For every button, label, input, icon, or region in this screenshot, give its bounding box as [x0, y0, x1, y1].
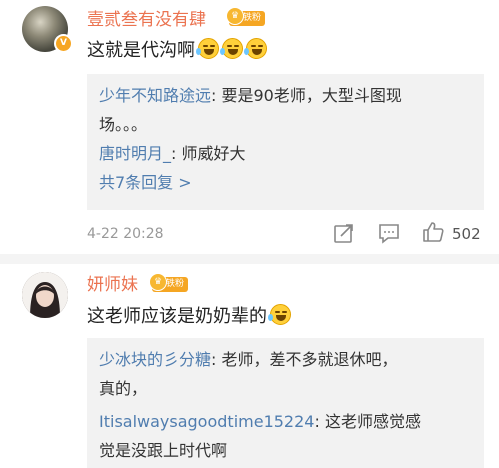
reply-text: 师威好大 — [176, 144, 246, 163]
reply-user[interactable]: 少冰块的彡分糖 — [99, 350, 211, 369]
fan-badge: ♛ 铁粉 — [226, 7, 266, 26]
reply-text: 这老师感觉感 — [319, 412, 421, 431]
comment-text-content: 这老师应该是奶奶辈的 — [87, 306, 267, 327]
fan-badge: ♛ 铁粉 — [149, 273, 189, 292]
crown-icon: ♛ — [149, 273, 167, 291]
share-icon[interactable] — [333, 222, 355, 248]
avatar[interactable] — [22, 272, 68, 318]
like-icon[interactable] — [421, 220, 445, 248]
fan-badge-label: 铁粉 — [243, 13, 262, 23]
timestamp: 4-22 20:28 — [87, 226, 164, 242]
crown-icon: ♛ — [226, 7, 244, 25]
comment-text: 这老师应该是奶奶辈的 — [87, 302, 291, 328]
username[interactable]: 妍师妹 — [87, 270, 138, 295]
reply-item[interactable]: 唐时明月_: 师威好大 — [99, 139, 472, 168]
reply-item[interactable]: 少年不知路途远: 要是90老师，大型斗图现 场。。。 — [99, 81, 472, 139]
laughing-crying-emoji-icon — [244, 38, 267, 59]
reply-item[interactable]: Itisalwaysagoodtime15224: 这老师感觉感 觉是没跟上时代… — [99, 407, 472, 465]
reply-box[interactable]: 少冰块的彡分糖: 老师，差不多就退休吧， 真的， Itisalwaysagood… — [87, 338, 484, 468]
reply-box[interactable]: 少年不知路途远: 要是90老师，大型斗图现 场。。。 唐时明月_: 师威好大 共… — [87, 74, 484, 210]
like-count: 502 — [452, 225, 481, 243]
laughing-crying-emoji-icon — [268, 304, 291, 325]
laughing-crying-emoji-icon — [220, 38, 243, 59]
reply-user[interactable]: 唐时明月_ — [99, 144, 171, 163]
comment-text-content: 这就是代沟啊 — [87, 40, 195, 61]
comment-text: 这就是代沟啊 — [87, 36, 267, 62]
reply-text-cont: 觉是没跟上时代啊 — [99, 441, 228, 460]
reply-user[interactable]: 少年不知路途远 — [99, 86, 211, 105]
reply-user[interactable]: Itisalwaysagoodtime15224 — [99, 412, 314, 431]
verified-badge-icon: V — [54, 34, 73, 53]
comment-icon[interactable] — [378, 222, 400, 248]
fan-badge-label: 铁粉 — [166, 279, 185, 289]
reply-text-cont: 真的， — [99, 379, 148, 398]
reply-text: 老师，差不多就退休吧， — [216, 350, 398, 369]
laughing-crying-emoji-icon — [196, 38, 219, 59]
username[interactable]: 壹贰叁有没有肆 — [87, 5, 206, 30]
reply-text: 要是90老师，大型斗图现 — [216, 86, 402, 105]
reply-text-cont: 场。。。 — [99, 115, 148, 134]
more-replies-link[interactable]: 共7条回复 > — [99, 168, 472, 197]
divider — [0, 254, 499, 264]
reply-item[interactable]: 少冰块的彡分糖: 老师，差不多就退休吧， 真的， — [99, 345, 472, 403]
